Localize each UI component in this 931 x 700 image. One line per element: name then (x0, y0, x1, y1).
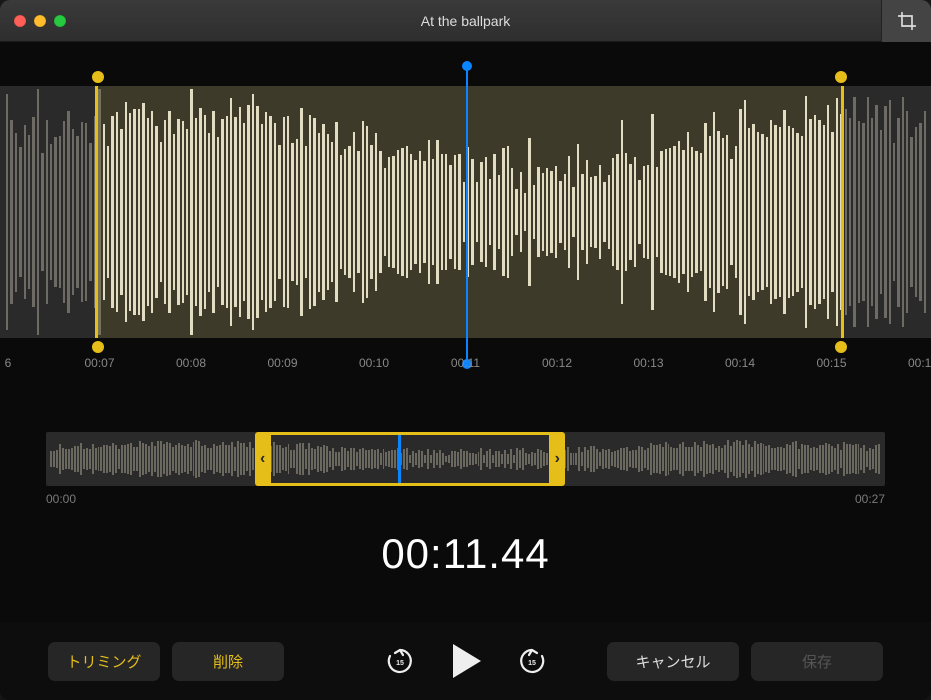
window: At the ballpark 6 00:07 00:08 00:09 00:10 00:… (0, 0, 931, 700)
minimize-window-button[interactable] (34, 15, 46, 27)
overview-time-labels: 00:00 00:27 (46, 492, 885, 508)
time-tick: 00:12 (542, 356, 572, 370)
time-tick: 00:09 (267, 356, 297, 370)
skip-forward-icon: 15 (517, 646, 547, 676)
current-time-display: 00:11.44 (0, 530, 931, 578)
time-tick: 00:14 (725, 356, 755, 370)
svg-text:15: 15 (528, 660, 536, 667)
trim-handle-end-top[interactable] (835, 71, 847, 83)
trim-handle-end-bottom[interactable] (835, 341, 847, 353)
save-button[interactable]: 保存 (751, 642, 883, 681)
skip-back-icon: 15 (385, 646, 415, 676)
skip-back-button[interactable]: 15 (385, 646, 415, 676)
main-waveform[interactable] (0, 76, 931, 350)
time-tick: 6 (5, 356, 12, 370)
trim-handle-start-top[interactable] (92, 71, 104, 83)
overview-start-time: 00:00 (46, 492, 76, 506)
play-button[interactable] (449, 642, 483, 680)
delete-button[interactable]: 削除 (172, 642, 284, 681)
transport-controls: 15 15 (385, 642, 547, 680)
trim-selection[interactable] (95, 86, 844, 338)
overview-end-time: 00:27 (855, 492, 885, 506)
overview-waveform[interactable]: ‹ › (46, 432, 885, 486)
trim-button[interactable]: トリミング (48, 642, 160, 681)
trim-handle-start-bottom[interactable] (92, 341, 104, 353)
skip-forward-button[interactable]: 15 (517, 646, 547, 676)
trim-mode-button[interactable] (881, 0, 931, 42)
window-title: At the ballpark (0, 13, 931, 29)
editor-area: 6 00:07 00:08 00:09 00:10 00:11 00:12 00:13 00:1… (0, 76, 931, 578)
overview-handle-left-icon[interactable]: ‹ (260, 450, 265, 468)
time-tick: 00:10 (359, 356, 389, 370)
overview-playhead[interactable] (398, 435, 401, 483)
time-ruler: 6 00:07 00:08 00:09 00:10 00:11 00:12 00:13 00:1… (0, 356, 931, 378)
time-tick: 00:07 (84, 356, 114, 370)
crop-icon (897, 11, 917, 31)
titlebar: At the ballpark (0, 0, 931, 42)
close-window-button[interactable] (14, 15, 26, 27)
time-tick: 00:15 (816, 356, 846, 370)
time-tick: 00:11 (451, 356, 480, 370)
time-tick: 00:08 (176, 356, 206, 370)
bottom-toolbar: トリミング 削除 15 15 (0, 622, 931, 700)
overview-handle-right-icon[interactable]: › (555, 450, 560, 468)
cancel-button[interactable]: キャンセル (607, 642, 739, 681)
time-tick: 00:16 (908, 356, 931, 370)
traffic-lights (14, 15, 66, 27)
playhead[interactable] (466, 66, 468, 364)
zoom-window-button[interactable] (54, 15, 66, 27)
time-tick: 00:13 (633, 356, 663, 370)
overview-selection[interactable]: ‹ › (268, 432, 552, 486)
play-icon (449, 642, 483, 680)
svg-text:15: 15 (396, 660, 404, 667)
